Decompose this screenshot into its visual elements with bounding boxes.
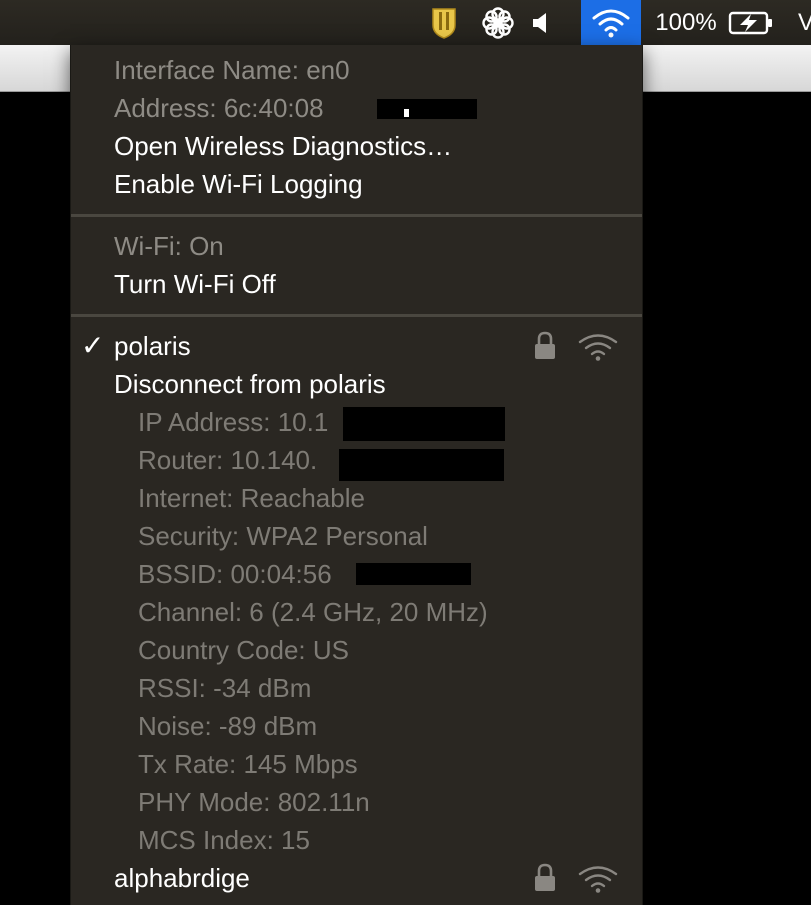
detail-ip-address: IP Address: 10.1 [71, 403, 642, 441]
detail-country-code: Country Code: US [138, 635, 349, 665]
interface-address: Address: 6c:40:08 [71, 89, 642, 127]
shield-icon[interactable] [428, 0, 460, 45]
menu-separator [71, 214, 642, 217]
detail-phy-mode: PHY Mode: 802.11n [138, 787, 370, 817]
network-item-polaris[interactable]: ✓ polaris [71, 327, 642, 365]
detail-bssid: BSSID: 00:04:56 [71, 555, 642, 593]
disconnect-item[interactable]: Disconnect from polaris [71, 365, 642, 403]
enable-wifi-logging-item[interactable]: Enable Wi-Fi Logging [71, 165, 642, 203]
wifi-status-icon[interactable] [581, 0, 641, 45]
network-name: alphabrdige [114, 863, 250, 893]
network-name: polaris [114, 331, 191, 361]
redaction-block [377, 99, 477, 119]
detail-internet: Internet: Reachable [138, 483, 365, 513]
wifi-signal-icon [578, 334, 618, 361]
turn-wifi-off-item[interactable]: Turn Wi-Fi Off [71, 265, 642, 303]
checkmark-icon: ✓ [81, 330, 105, 361]
menu-bar: 100% V [0, 0, 811, 45]
user-menu[interactable]: V [798, 0, 811, 45]
detail-rssi: RSSI: -34 dBm [138, 673, 312, 703]
detail-security: Security: WPA2 Personal [138, 521, 428, 551]
lock-icon [535, 863, 555, 891]
menu-separator [71, 314, 642, 317]
battery-charging-icon[interactable] [726, 0, 776, 45]
detail-tx-rate: Tx Rate: 145 Mbps [138, 749, 358, 779]
detail-noise: Noise: -89 dBm [138, 711, 318, 741]
redaction-block [339, 449, 504, 481]
flower-icon[interactable] [480, 0, 516, 45]
network-item-alphabrdige[interactable]: alphabrdige [71, 859, 642, 897]
redaction-block [343, 407, 505, 441]
detail-channel: Channel: 6 (2.4 GHz, 20 MHz) [138, 597, 488, 627]
interface-name: Interface Name: en0 [114, 55, 350, 85]
redaction-block [356, 563, 471, 585]
detail-mcs-index: MCS Index: 15 [138, 825, 310, 855]
wifi-status: Wi-Fi: On [114, 231, 224, 261]
open-wireless-diagnostics-item[interactable]: Open Wireless Diagnostics… [71, 127, 642, 165]
wifi-menu: Interface Name: en0 Address: 6c:40:08 Op… [70, 45, 643, 905]
detail-router: Router: 10.140. [71, 441, 642, 481]
redaction-mark [404, 109, 409, 117]
battery-percent[interactable]: 100% [650, 0, 722, 45]
lock-icon [535, 331, 555, 359]
volume-icon[interactable] [526, 0, 556, 45]
